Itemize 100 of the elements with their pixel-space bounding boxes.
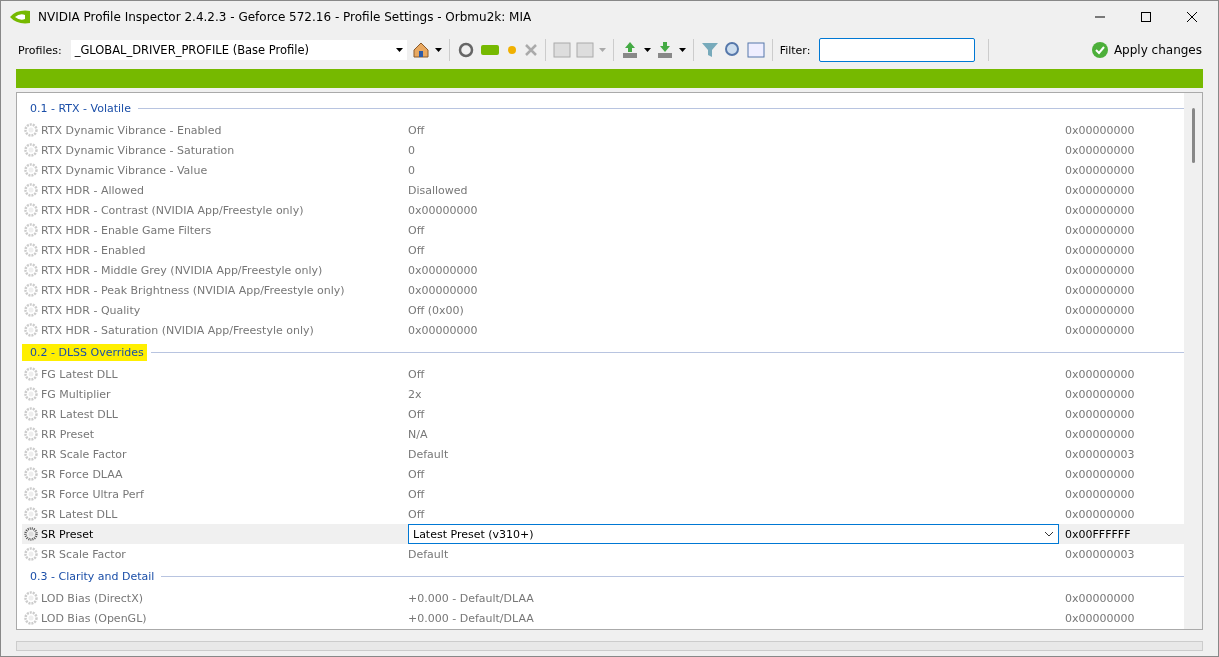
setting-value: 0x00000000	[408, 203, 479, 217]
setting-name: SR Force DLAA	[41, 467, 124, 481]
vertical-scrollbar[interactable]	[1184, 93, 1202, 629]
maximize-icon[interactable]	[1140, 10, 1152, 23]
gear-icon	[24, 447, 38, 461]
house-icon[interactable]	[411, 41, 430, 59]
gear-icon	[24, 591, 38, 605]
group-header[interactable]: 0.1 - RTX - Volatile	[22, 99, 134, 117]
gear-icon	[24, 367, 38, 381]
setting-hex-value: 0x00000000	[1065, 163, 1136, 177]
gear-icon	[24, 387, 38, 401]
caret-icon[interactable]	[643, 48, 651, 52]
setting-name: RR Scale Factor	[41, 447, 128, 461]
setting-hex-value: 0x00000000	[1065, 487, 1136, 501]
setting-hex-value: 0x00000000	[1065, 263, 1136, 277]
value-dropdown[interactable]: Latest Preset (v310+)	[408, 524, 1059, 544]
setting-row[interactable]: RTX HDR - Middle Grey (NVIDIA App/Freestyle only) 0x00000000 0x00000000	[22, 260, 1184, 280]
setting-name: SR Scale Factor	[41, 547, 127, 561]
gear-icon	[24, 163, 38, 177]
setting-row[interactable]: RTX HDR - Allowed Disallowed 0x00000000	[22, 180, 1184, 200]
setting-row[interactable]: RTX HDR - Enable Game Filters Off 0x00000000	[22, 220, 1184, 240]
setting-row[interactable]: RTX HDR - Enabled Off 0x00000000	[22, 240, 1184, 260]
setting-row[interactable]: LOD Bias (OpenGL) +0.000 - Default/DLAA 0x00000000	[22, 608, 1184, 628]
setting-row[interactable]: SR Latest DLL Off 0x00000000	[22, 504, 1184, 524]
setting-value: Off	[408, 487, 426, 501]
setting-name: LOD Bias (OpenGL)	[41, 611, 148, 625]
gear-icon	[24, 183, 38, 197]
setting-row[interactable]: SR Force Ultra Perf Off 0x00000000	[22, 484, 1184, 504]
setting-row[interactable]: RTX Dynamic Vibrance - Value 0 0x00000000	[22, 160, 1184, 180]
caret-icon[interactable]	[678, 48, 686, 52]
check-icon	[1090, 41, 1109, 59]
window-title: NVIDIA Profile Inspector 2.4.2.3 - Geforce 572.16 - Profile Settings - Orbmu2k: MIA	[38, 9, 533, 24]
setting-hex-value: 0x00FFFFFF	[1065, 527, 1132, 541]
setting-name: RTX HDR - Allowed	[41, 183, 146, 197]
setting-hex-value: 0x00000000	[1065, 143, 1136, 157]
setting-value: Off	[408, 507, 426, 521]
setting-name: RTX HDR - Enabled	[41, 243, 147, 257]
gear-icon	[24, 123, 38, 137]
setting-value: Off	[408, 123, 426, 137]
setting-hex-value: 0x00000000	[1065, 243, 1136, 257]
setting-row[interactable]: RR Preset N/A 0x00000000	[22, 424, 1184, 444]
setting-name: SR Latest DLL	[41, 507, 119, 521]
profile-dropdown[interactable]: _GLOBAL_DRIVER_PROFILE (Base Profile)	[70, 40, 407, 60]
gear-icon	[24, 223, 38, 237]
setting-name: RTX HDR - Peak Brightness (NVIDIA App/Freestyle only)	[41, 283, 346, 297]
setting-row[interactable]: SR Scale Factor Default 0x00000003	[22, 544, 1184, 564]
filter-icon[interactable]	[700, 41, 719, 59]
setting-value: 0x00000000	[408, 263, 479, 277]
horizontal-scrollbar[interactable]	[16, 641, 1203, 651]
gear-icon	[24, 283, 38, 297]
setting-hex-value: 0x00000000	[1065, 283, 1136, 297]
setting-row[interactable]: RTX Dynamic Vibrance - Enabled Off 0x00000000	[22, 120, 1184, 140]
eye-logo-icon	[9, 8, 31, 25]
setting-name: RTX HDR - Quality	[41, 303, 142, 317]
gear-icon	[24, 323, 38, 337]
setting-name: RR Preset	[41, 427, 96, 441]
setting-row[interactable]: RTX HDR - Saturation (NVIDIA App/Freestyle only) 0x00000000 0x00000000	[22, 320, 1184, 340]
delete-icon[interactable]	[523, 43, 538, 57]
apply-changes-button[interactable]: Apply changes	[1088, 39, 1204, 61]
setting-row[interactable]: RTX Dynamic Vibrance - Saturation 0 0x00000000	[22, 140, 1184, 160]
setting-row[interactable]: RR Scale Factor Default 0x00000003	[22, 444, 1184, 464]
setting-value: +0.000 - Default/DLAA	[408, 591, 535, 605]
setting-row[interactable]: RTX HDR - Contrast (NVIDIA App/Freestyle only) 0x00000000 0x00000000	[22, 200, 1184, 220]
setting-hex-value: 0x00000003	[1065, 547, 1136, 561]
filter-field[interactable]	[819, 38, 976, 62]
setting-hex-value: 0x00000000	[1065, 407, 1136, 421]
setting-value: Off	[408, 467, 426, 481]
setting-value: +0.000 - Default/DLAA	[408, 611, 535, 625]
group-header[interactable]: 0.3 - Clarity and Detail	[22, 567, 158, 585]
setting-row[interactable]: FG Multiplier 2x 0x00000000	[22, 384, 1184, 404]
gear-icon	[24, 407, 38, 421]
group-header[interactable]: 0.2 - DLSS Overrides	[22, 343, 147, 361]
setting-name: RTX HDR - Contrast (NVIDIA App/Freestyle only)	[41, 203, 305, 217]
setting-value: 0	[408, 163, 416, 177]
setting-row[interactable]: FG Latest DLL Off 0x00000000	[22, 364, 1184, 384]
gear-icon	[24, 611, 38, 625]
profiles-label: Profiles:	[18, 43, 62, 57]
setting-row[interactable]: RR Latest DLL Off 0x00000000	[22, 404, 1184, 424]
gear-icon	[24, 427, 38, 441]
setting-name: RR Latest DLL	[41, 407, 119, 421]
gear-icon	[24, 303, 38, 317]
setting-row[interactable]: LOD Bias (DirectX) +0.000 - Default/DLAA 0x00000000	[22, 588, 1184, 608]
setting-hex-value: 0x00000000	[1065, 427, 1136, 441]
setting-value: Off	[408, 367, 426, 381]
setting-name: RTX HDR - Middle Grey (NVIDIA App/Freestyle only)	[41, 263, 324, 277]
caret-icon	[395, 48, 403, 52]
setting-row[interactable]: SR Preset Latest Preset (v310+) 0x00FFFFFF	[22, 524, 1184, 544]
gear-icon	[24, 487, 38, 501]
caret-icon[interactable]	[434, 48, 442, 52]
setting-row[interactable]: RTX HDR - Peak Brightness (NVIDIA App/Freestyle only) 0x00000000 0x00000000	[22, 280, 1184, 300]
close-icon[interactable]	[1186, 10, 1198, 23]
setting-name: FG Latest DLL	[41, 367, 119, 381]
setting-row[interactable]: SR Force DLAA Off 0x00000000	[22, 464, 1184, 484]
setting-hex-value: 0x00000000	[1065, 203, 1136, 217]
setting-value: N/A	[408, 427, 429, 441]
setting-name: FG Multiplier	[41, 387, 112, 401]
filter-label: Filter:	[779, 43, 811, 57]
setting-value: Default	[408, 547, 450, 561]
setting-row[interactable]: RTX HDR - Quality Off (0x00) 0x00000000	[22, 300, 1184, 320]
setting-value: 2x	[408, 387, 423, 401]
